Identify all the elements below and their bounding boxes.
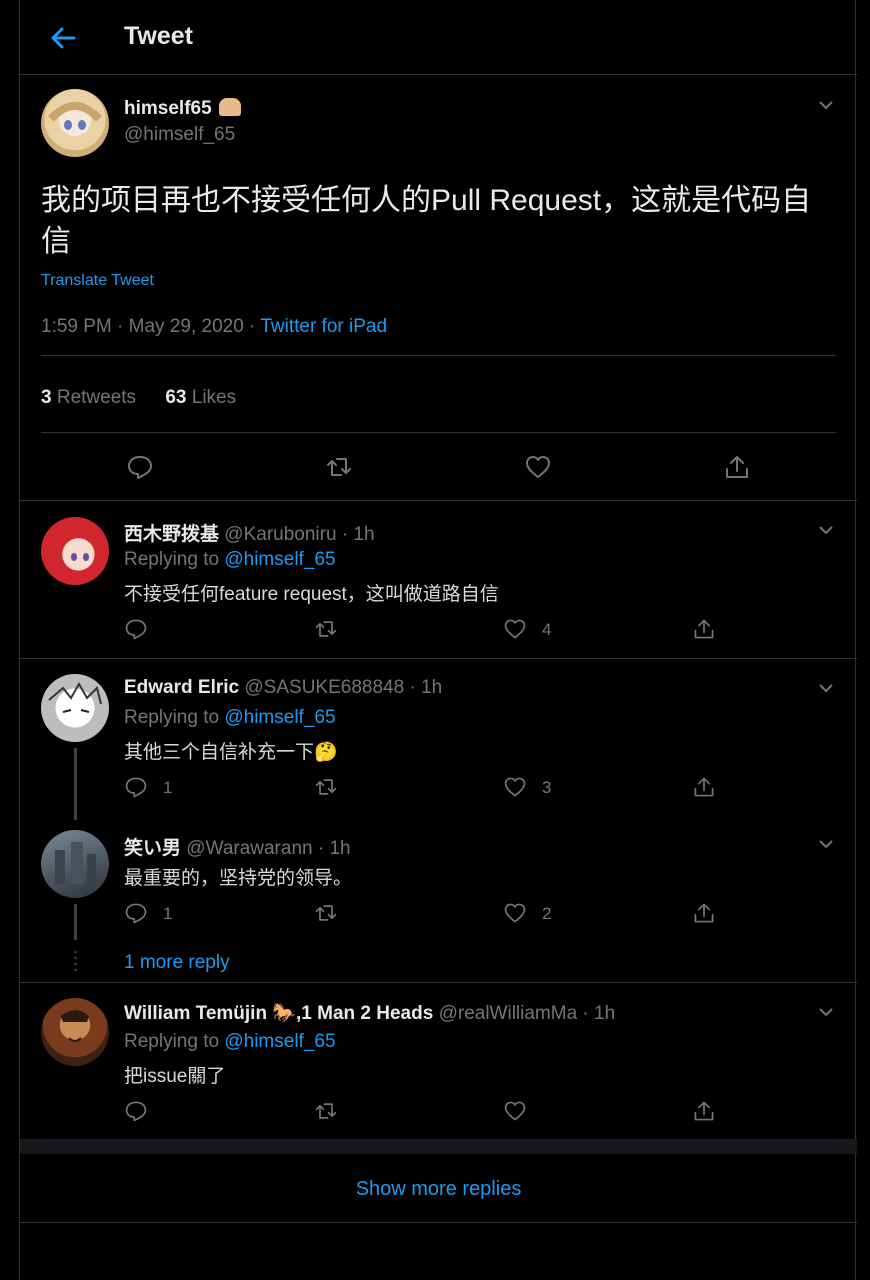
heart-icon[interactable] [503, 617, 527, 641]
reply-author[interactable]: 笑い男 [124, 838, 181, 859]
retweet-icon[interactable] [314, 617, 338, 641]
reply-text: 把issue關了 [124, 1066, 226, 1087]
reply-meta[interactable]: @Karuboniru · 1h [224, 524, 374, 545]
speech-bubble-icon[interactable] [124, 775, 148, 799]
reply-meta[interactable]: @SASUKE688848 · 1h [244, 677, 442, 698]
reply-text: 其他三个自信补充一下🤔 [124, 742, 338, 763]
timeline-column: Tweet himself65 @himself_65 我的项目再也不接受任何人… [19, 0, 857, 1280]
reply-meta[interactable]: @Warawarann · 1h [186, 838, 350, 859]
divider [41, 432, 836, 433]
divider [41, 355, 836, 356]
avatar[interactable] [41, 517, 109, 585]
reply-header: 笑い男 @Warawarann · 1h [124, 833, 351, 860]
share-icon[interactable] [692, 775, 716, 799]
reply-count: 1 [163, 778, 173, 797]
tweet-text: 我的项目再也不接受任何人的Pull Request，这就是代码自信 [41, 184, 812, 258]
speech-bubble-icon[interactable] [124, 617, 148, 641]
thinking-emoji: 🤔 [314, 742, 338, 763]
divider [20, 658, 857, 659]
horse-emoji: 🐎 [272, 1003, 297, 1024]
show-more-replies-button[interactable]: Show more replies [20, 1178, 857, 1201]
header-divider [20, 74, 857, 75]
like-count: 4 [542, 620, 552, 639]
author-display-name: himself65 [124, 98, 212, 119]
retweet-icon[interactable] [325, 453, 353, 481]
replying-to: Replying to @himself_65 [124, 549, 336, 570]
retweet-icon[interactable] [314, 775, 338, 799]
avatar[interactable] [41, 674, 109, 742]
reply-header: William Temüjin 🐎,1 Man 2 Heads @realWil… [124, 1001, 615, 1025]
reply-header: Edward Elric @SASUKE688848 · 1h [124, 677, 442, 699]
like-count: 2 [542, 904, 552, 923]
thread-line [74, 904, 77, 940]
tweet-timestamp: 1:59 PM · May 29, 2020 · Twitter for iPa… [41, 316, 387, 338]
divider [20, 982, 857, 983]
thread-line [74, 748, 77, 820]
tweet-page: Tweet himself65 @himself_65 我的项目再也不接受任何人… [0, 0, 870, 1280]
divider [20, 1222, 857, 1223]
page-title: Tweet [124, 22, 193, 50]
speech-bubble-icon[interactable] [124, 901, 148, 925]
mention-link[interactable]: @himself_65 [224, 549, 335, 570]
reply-author[interactable]: 西木野拨基 [124, 524, 219, 545]
avatar[interactable] [41, 89, 109, 157]
back-button[interactable] [48, 24, 78, 52]
avatar[interactable] [41, 830, 109, 898]
reply-text: 最重要的，坚持党的领导。 [124, 868, 353, 889]
reply-author[interactable]: William Temüjin 🐎,1 Man 2 Heads [124, 1003, 433, 1024]
speech-bubble-icon[interactable] [124, 1099, 148, 1123]
chevron-down-icon[interactable] [817, 679, 835, 697]
share-icon[interactable] [692, 901, 716, 925]
heart-icon[interactable] [503, 775, 527, 799]
tweet-source[interactable]: Twitter for iPad [260, 316, 387, 337]
retweet-icon[interactable] [314, 1099, 338, 1123]
reply-text: 不接受任何feature request，这叫做道路自信 [124, 584, 499, 605]
arrow-left-icon [51, 27, 76, 49]
replying-to: Replying to @himself_65 [124, 1031, 336, 1052]
mention-link[interactable]: @himself_65 [224, 707, 335, 728]
chevron-down-icon[interactable] [817, 835, 835, 853]
chevron-down-icon[interactable] [817, 521, 835, 539]
reply-author[interactable]: Edward Elric [124, 677, 239, 698]
heart-icon[interactable] [503, 901, 527, 925]
like-stat[interactable]: 63 Likes [165, 387, 236, 408]
heart-icon[interactable] [503, 1099, 527, 1123]
retweet-stat[interactable]: 3 Retweets [41, 387, 136, 408]
thread-dots [74, 950, 77, 972]
author-name[interactable]: himself65 [124, 98, 241, 120]
retweet-icon[interactable] [314, 901, 338, 925]
reply-header: 西木野拨基 @Karuboniru · 1h [124, 519, 375, 546]
avatar[interactable] [41, 998, 109, 1066]
heart-icon[interactable] [524, 453, 552, 481]
tweet-stats: 3 Retweets 63 Likes [41, 387, 236, 409]
replying-to: Replying to @himself_65 [124, 707, 336, 728]
like-count: 3 [542, 778, 552, 797]
mention-link[interactable]: @himself_65 [224, 1031, 335, 1052]
share-icon[interactable] [692, 617, 716, 641]
chevron-down-icon[interactable] [817, 1003, 835, 1021]
reply-count: 1 [163, 904, 173, 923]
tweet-time[interactable]: 1:59 PM · May 29, 2020 · [41, 316, 260, 337]
chevron-down-icon[interactable] [817, 96, 835, 114]
share-icon[interactable] [723, 453, 751, 481]
divider [20, 500, 857, 501]
bread-emoji-icon [218, 98, 241, 116]
share-icon[interactable] [692, 1099, 716, 1123]
more-replies-link[interactable]: 1 more reply [124, 952, 230, 974]
speech-bubble-icon[interactable] [126, 453, 154, 481]
section-separator [20, 1139, 857, 1154]
translate-link[interactable]: Translate Tweet [41, 272, 154, 290]
author-handle[interactable]: @himself_65 [124, 124, 235, 146]
reply-meta[interactable]: @realWilliamMa · 1h [439, 1003, 616, 1024]
